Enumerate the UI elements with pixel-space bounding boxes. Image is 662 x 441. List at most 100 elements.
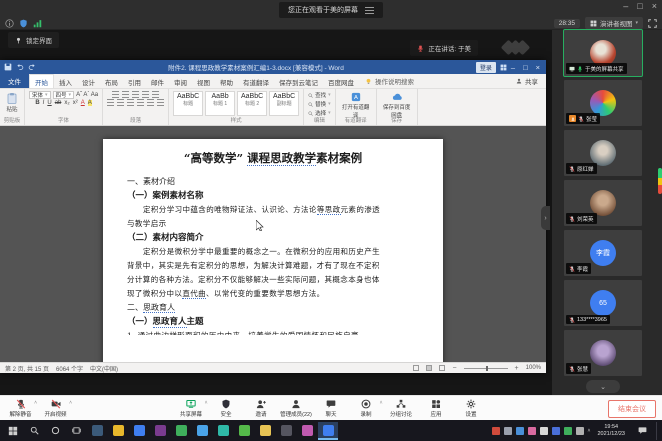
notification-center-icon[interactable] xyxy=(632,422,652,440)
ribbon-tab[interactable]: 邮件 xyxy=(146,74,169,88)
toolbar-button[interactable]: 设置 xyxy=(454,399,489,418)
chevron-up-icon[interactable]: ˄ xyxy=(34,400,37,406)
align-right-button[interactable] xyxy=(127,99,134,106)
tray-red-tray-app-icon[interactable] xyxy=(492,427,500,435)
maximize-button[interactable]: □ xyxy=(637,1,642,11)
tray-mic-tray-icon[interactable] xyxy=(540,427,548,435)
highlight-button[interactable]: A xyxy=(88,100,92,106)
ribbon-tab[interactable]: 百度网盘 xyxy=(323,74,359,88)
ribbon-tab[interactable]: 开始 xyxy=(29,74,54,88)
baidu-save-button[interactable]: 保存到百度网盘 xyxy=(381,91,413,116)
word-count[interactable]: 6064 个字 xyxy=(56,364,83,373)
ribbon-tab[interactable]: 帮助 xyxy=(215,74,238,88)
word-maximize-button[interactable]: □ xyxy=(523,63,528,72)
end-meeting-button[interactable]: 结束会议 xyxy=(608,400,656,418)
close-button[interactable]: × xyxy=(652,1,657,11)
zoom-out-button[interactable]: − xyxy=(452,365,456,372)
ribbon-tab[interactable]: 设计 xyxy=(77,74,100,88)
tray-pink-app-icon[interactable] xyxy=(528,427,536,435)
tray-blue-sq-icon[interactable] xyxy=(552,427,560,435)
taskbar-search-icon[interactable] xyxy=(24,422,44,440)
print-layout-icon[interactable] xyxy=(426,365,432,371)
style-chip[interactable]: AaBb标题 1 xyxy=(205,91,235,116)
meeting-info-icon[interactable] xyxy=(5,19,14,28)
bullets-button[interactable] xyxy=(112,91,119,98)
banner-menu-icon[interactable] xyxy=(365,7,374,14)
toolbar-button[interactable]: 管理成员(22) xyxy=(279,399,314,418)
participant-tile[interactable]: 李霞李霞 xyxy=(564,230,642,276)
toolbar-button[interactable]: 聊天 xyxy=(314,399,349,418)
ribbon-tab[interactable]: 插入 xyxy=(54,74,77,88)
toolbar-button[interactable]: 开启视频˄ xyxy=(38,399,73,418)
word-minimize-button[interactable]: – xyxy=(511,63,515,72)
tray-blue-drop-icon[interactable] xyxy=(516,427,524,435)
show-desktop-button[interactable] xyxy=(656,422,659,440)
editing-item[interactable]: 替换▾ xyxy=(308,100,331,108)
cortana-icon[interactable] xyxy=(45,422,65,440)
editing-item[interactable]: 查找▾ xyxy=(308,91,331,99)
participant-tile[interactable]: 原红婵 xyxy=(564,130,642,176)
taskbar-app-colors-app[interactable] xyxy=(297,422,317,440)
fullscreen-icon[interactable] xyxy=(648,19,657,28)
style-chip[interactable]: AaBbC副标题 xyxy=(269,91,299,116)
taskbar-app-onenote[interactable] xyxy=(150,422,170,440)
tray-overflow-icon[interactable]: ˄ xyxy=(588,428,591,434)
numbering-button[interactable] xyxy=(122,91,129,98)
taskbar-app-green-app[interactable] xyxy=(171,422,191,440)
tell-me-box[interactable]: 操作说明搜索 xyxy=(359,74,414,88)
font-name-select[interactable]: 宋体▾ xyxy=(29,91,51,99)
taskbar-app-file-explorer[interactable] xyxy=(255,422,275,440)
youdao-translate-button[interactable]: A 打开有道翻译 xyxy=(340,91,372,116)
ribbon-tab[interactable]: 有道翻译 xyxy=(238,74,274,88)
word-login-button[interactable]: 登录 xyxy=(476,62,496,73)
tray-green-shield-icon[interactable] xyxy=(564,427,572,435)
grow-shrink-font-buttons[interactable]: Aˇ Aˋ Aa xyxy=(76,92,98,98)
document-canvas[interactable]: “高等数学” 课程思政教学素材案例一、素材介绍（一）案例素材名称定积分学习中蕴含… xyxy=(0,126,546,362)
toolbar-button[interactable]: 邀请 xyxy=(244,399,279,418)
start-button[interactable] xyxy=(3,422,23,440)
save-icon[interactable] xyxy=(4,63,12,71)
redo-icon[interactable] xyxy=(28,63,36,71)
tab-file[interactable]: 文件 xyxy=(0,74,29,88)
ribbon-tab[interactable]: 引用 xyxy=(123,74,146,88)
justify-button[interactable] xyxy=(137,99,144,106)
align-center-button[interactable] xyxy=(117,99,124,106)
view-mode-button[interactable]: 演讲者视图 ▾ xyxy=(585,17,643,29)
taskbar-app-dark-app[interactable] xyxy=(276,422,296,440)
meeting-security-shield-icon[interactable] xyxy=(19,19,28,28)
lock-view-button[interactable]: 锁定界面 xyxy=(8,32,59,48)
document-page[interactable]: “高等数学” 课程思政教学素材案例一、素材介绍（一）案例素材名称定积分学习中蕴含… xyxy=(103,139,443,362)
chevron-up-icon[interactable]: ˄ xyxy=(69,400,72,406)
taskbar-app-qq-browser[interactable] xyxy=(192,422,212,440)
taskbar-app-calculator[interactable] xyxy=(87,422,107,440)
tray-screen-tray-icon[interactable] xyxy=(504,427,512,435)
zoom-slider[interactable] xyxy=(464,368,508,369)
web-layout-icon[interactable] xyxy=(439,365,445,371)
watching-banner[interactable]: 您正在观看于美的屏幕 xyxy=(279,2,383,18)
ribbon-tab[interactable]: 保存到云笔记 xyxy=(274,74,323,88)
ribbon-tab[interactable]: 布局 xyxy=(100,74,123,88)
multilevel-button[interactable] xyxy=(132,91,139,98)
zoom-in-button[interactable]: + xyxy=(515,365,519,372)
underline-button[interactable]: U xyxy=(47,100,51,106)
paste-button[interactable]: 粘贴 xyxy=(4,91,20,116)
task-view-icon[interactable] xyxy=(66,422,86,440)
taskbar-app-blue-app[interactable] xyxy=(129,422,149,440)
participant-tile[interactable]: 张莹 xyxy=(564,80,642,126)
chevron-up-icon[interactable]: ˄ xyxy=(205,400,208,406)
participant-tile[interactable]: 65133****3965 xyxy=(564,280,642,326)
toolbar-button[interactable]: 分组讨论 xyxy=(384,399,419,418)
ribbon-tab[interactable]: 视图 xyxy=(192,74,215,88)
participant-tile[interactable]: 张慧 xyxy=(564,330,642,376)
share-button[interactable]: 共享 xyxy=(516,74,546,88)
ribbon-tab[interactable]: 审阅 xyxy=(169,74,192,88)
italic-button[interactable]: I xyxy=(43,100,45,106)
tray-key-tray-icon[interactable] xyxy=(576,427,584,435)
indent-button[interactable] xyxy=(142,91,149,98)
subscript-button[interactable]: x₂ xyxy=(64,100,69,106)
participant-tile[interactable]: 刘荣英 xyxy=(564,180,642,226)
chevron-up-icon[interactable]: ˄ xyxy=(380,400,383,406)
ribbon-display-icon[interactable] xyxy=(500,64,507,71)
taskbar-app-edge[interactable] xyxy=(213,422,233,440)
more-participants-button[interactable]: ⌄ xyxy=(586,380,620,393)
